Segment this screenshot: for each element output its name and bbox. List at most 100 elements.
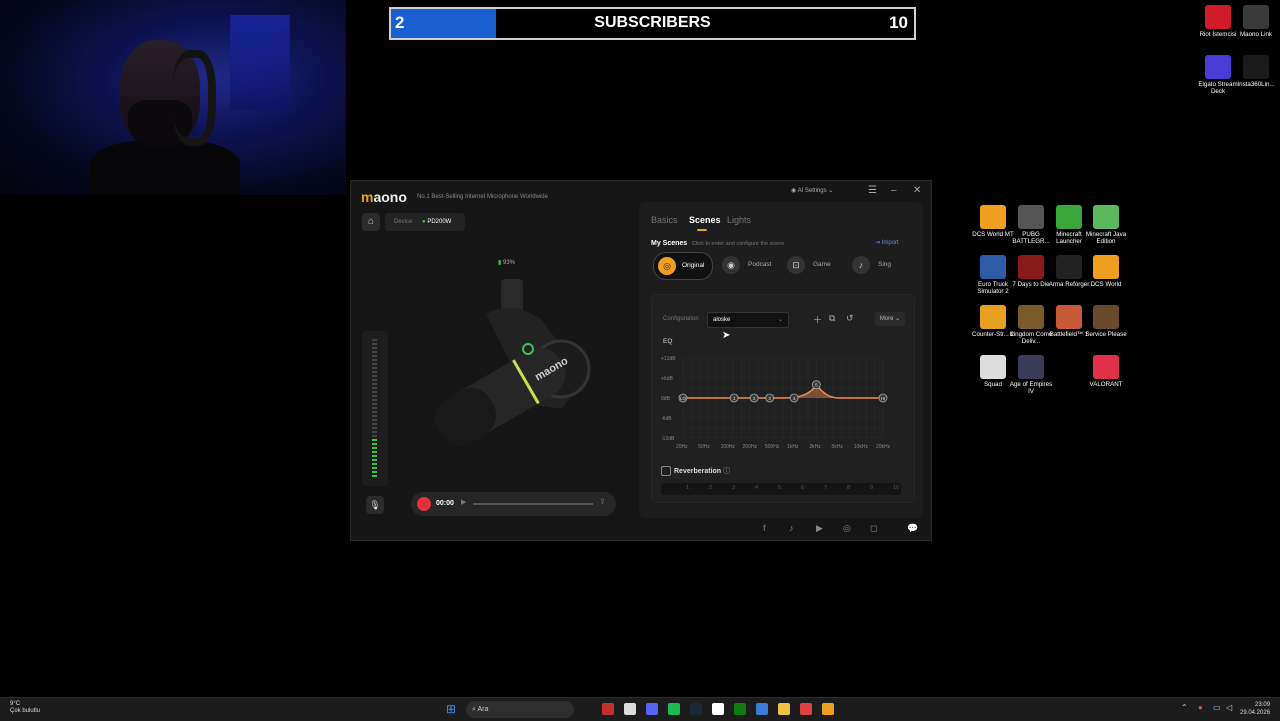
app-icon <box>1205 5 1231 29</box>
app-icon <box>1056 305 1082 329</box>
reverb-step: 2 <box>709 485 713 491</box>
eq-node[interactable]: 5 <box>811 380 821 390</box>
close-icon[interactable]: ✕ <box>913 185 921 196</box>
eq-x-tick: 200Hz <box>743 444 758 450</box>
taskbar-app-icon[interactable] <box>756 703 768 715</box>
taskbar-app-icon[interactable] <box>778 703 790 715</box>
volume-icon[interactable]: ◁ <box>1226 703 1232 712</box>
reverb-step: 8 <box>847 485 851 491</box>
taskbar-app-icon[interactable] <box>822 703 834 715</box>
eq-label: EQ <box>663 338 673 345</box>
eq-node[interactable]: 4 <box>789 393 799 403</box>
scene-original[interactable]: ◎ Original <box>653 252 713 280</box>
reverb-slider[interactable]: 1 2 3 4 5 6 7 8 9 10 <box>661 483 901 495</box>
more-dropdown[interactable]: More ⌄ <box>875 312 905 326</box>
taskbar-search[interactable]: ⌕ Ara <box>466 701 574 718</box>
my-scenes-title: My Scenes <box>651 240 688 247</box>
tab-basics[interactable]: Basics <box>651 215 678 225</box>
device-selector[interactable]: Device ● PD200W <box>385 213 465 231</box>
instagram-icon[interactable]: ◻ <box>870 523 877 534</box>
desktop-icon-label: Service Please <box>1085 331 1127 338</box>
weather-widget[interactable]: 9°C Çok bulutlu <box>10 701 40 715</box>
app-icon <box>980 355 1006 379</box>
taskbar-app-icon[interactable] <box>624 703 636 715</box>
taskbar-app-icon[interactable] <box>690 703 702 715</box>
taskbar-app-icon[interactable] <box>712 703 724 715</box>
minimize-icon[interactable]: – <box>891 185 897 196</box>
eq-node[interactable]: HI <box>878 393 888 403</box>
desktop-icon[interactable]: Maono Link <box>1233 5 1279 38</box>
svg-text:LO: LO <box>680 396 687 401</box>
desktop-icon-label: Insta360Lin... <box>1237 81 1275 88</box>
eq-node[interactable]: 1 <box>729 393 739 403</box>
tab-scenes[interactable]: Scenes <box>689 215 721 225</box>
record-button[interactable] <box>417 497 431 511</box>
chat-icon[interactable]: 💬 <box>907 523 918 534</box>
subscriber-label: SUBSCRIBERS <box>594 14 711 31</box>
taskbar-app-icon[interactable] <box>668 703 680 715</box>
scene-sing[interactable]: ♪ Sing <box>848 252 906 278</box>
app-icon <box>1018 355 1044 379</box>
desktop-icon[interactable]: Minecraft Java Edition <box>1083 205 1129 245</box>
taskbar-app-icon[interactable] <box>602 703 614 715</box>
menu-icon[interactable]: ☰ <box>868 185 877 196</box>
desktop-icon[interactable]: VALORANT <box>1083 355 1129 388</box>
tray-chevron-icon[interactable]: ⌃ <box>1181 703 1188 712</box>
playback-track[interactable] <box>473 503 593 505</box>
desktop-icon-label: Maono Link <box>1240 31 1272 38</box>
app-icon <box>1056 255 1082 279</box>
eq-graph[interactable]: +12dB +6dB 0dB -6dB -12dB20Hz 50Hz 100Hz 200Hz 5… <box>661 350 901 460</box>
app-icon <box>980 205 1006 229</box>
taskbar-app-icon[interactable] <box>646 703 658 715</box>
record-time: 00:00 <box>436 500 454 507</box>
tiktok-icon[interactable]: ♪ <box>789 523 794 533</box>
search-icon: ⌕ <box>472 706 476 713</box>
desktop-icon[interactable]: Insta360Lin... <box>1233 55 1279 88</box>
scene-podcast[interactable]: ◉ Podcast <box>718 252 776 278</box>
maono-logo: maono <box>361 189 407 205</box>
facebook-icon[interactable]: f <box>763 523 766 533</box>
desktop-icon[interactable]: Age of Empires IV <box>1008 355 1054 395</box>
podcast-icon: ◉ <box>722 256 740 274</box>
network-icon[interactable]: ▭ <box>1213 703 1221 712</box>
my-scenes-hint: Click to enter and configure the scene <box>692 241 785 247</box>
taskbar-app-icon[interactable] <box>800 703 812 715</box>
ai-settings-button[interactable]: ◉ AI Settings ⌄ <box>791 187 833 194</box>
play-icon[interactable]: ▶ <box>461 498 466 506</box>
eq-x-tick: 500Hz <box>765 444 780 450</box>
discord-icon[interactable]: ◎ <box>843 523 851 534</box>
tab-lights[interactable]: Lights <box>727 215 751 225</box>
reverb-checkbox[interactable] <box>661 466 671 476</box>
home-button[interactable]: ⌂ <box>362 213 380 231</box>
reverb-step: 10 <box>893 485 900 491</box>
eq-y-tick: +12dB <box>661 356 676 362</box>
app-icon <box>1056 205 1082 229</box>
copy-icon[interactable]: ⧉ <box>829 313 835 324</box>
desktop-icon[interactable]: DCS World <box>1083 255 1129 288</box>
export-icon[interactable]: ⇪ <box>599 497 606 506</box>
youtube-icon[interactable]: ▶ <box>816 523 823 534</box>
battery-indicator: ▮ 93% <box>498 260 515 266</box>
configuration-label: Configuration <box>663 316 699 322</box>
windows-start-icon[interactable]: ⊞ <box>446 702 456 716</box>
add-icon[interactable]: ＋ <box>813 313 822 326</box>
taskbar-app-icon[interactable] <box>734 703 746 715</box>
desktop-icon[interactable]: Service Please <box>1083 305 1129 338</box>
import-button[interactable]: ⇥ Import <box>875 239 899 246</box>
configuration-select[interactable]: aloske ⌄ <box>707 312 789 328</box>
eq-node[interactable]: 3 <box>765 393 775 403</box>
app-icon <box>1093 255 1119 279</box>
eq-node[interactable]: LO <box>678 393 688 403</box>
eq-x-tick: 10kHz <box>854 444 869 450</box>
sing-icon: ♪ <box>852 256 870 274</box>
reverb-step: 1 <box>686 485 690 491</box>
taskbar: 9°C Çok bulutlu ⊞ ⌕ Ara ⌃ ● ▭ ◁ 23:09 29.0… <box>0 697 1280 721</box>
eq-node[interactable]: 2 <box>749 393 759 403</box>
mic-tray-icon[interactable]: ● <box>1198 703 1203 712</box>
scene-game[interactable]: ⊡ Game <box>783 252 841 278</box>
reset-icon[interactable]: ↺ <box>846 313 854 324</box>
mic-mute-button[interactable]: 🎙 <box>366 496 384 514</box>
app-icon <box>1205 55 1231 79</box>
eq-y-tick: +6dB <box>661 376 673 382</box>
clock[interactable]: 23:09 29.04.2026 <box>1240 701 1270 717</box>
